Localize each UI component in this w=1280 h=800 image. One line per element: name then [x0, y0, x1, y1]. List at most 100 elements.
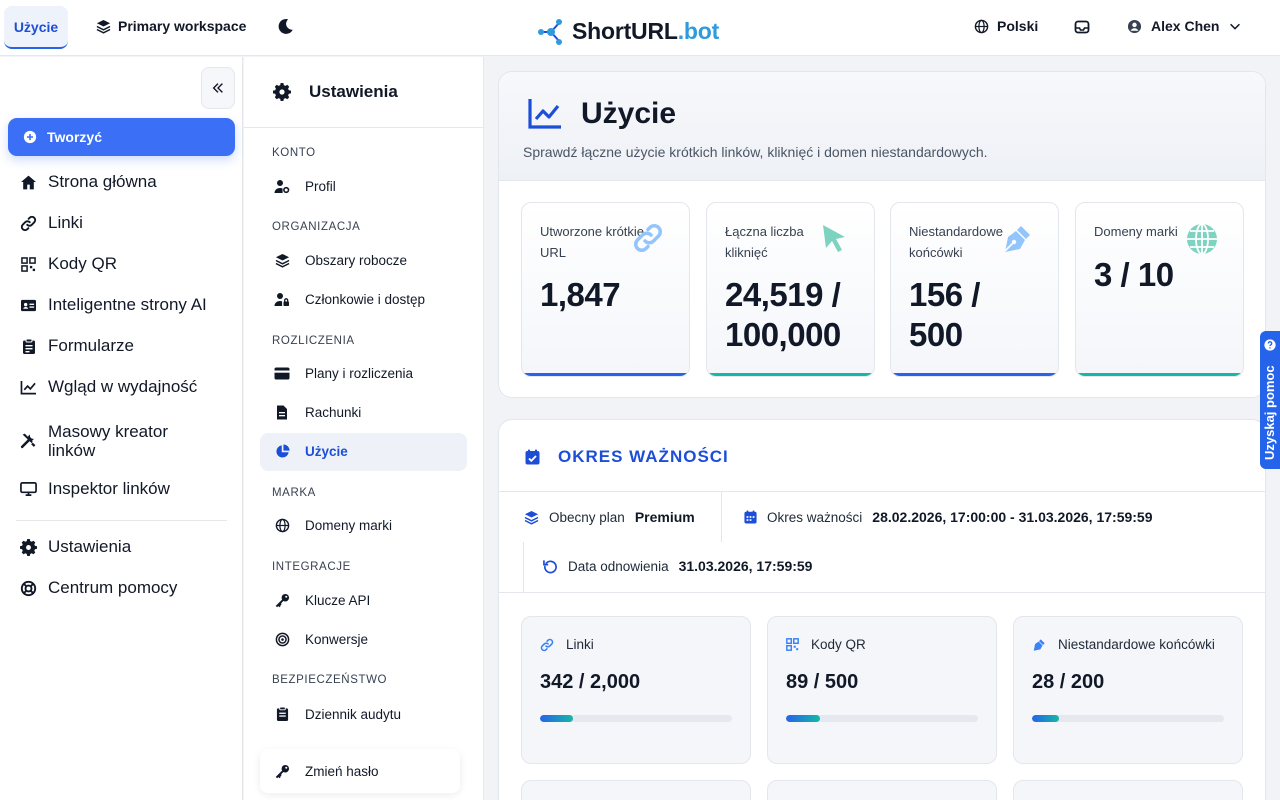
- link-icon: [630, 223, 666, 253]
- settings-item-plans[interactable]: Plany i rozliczenia: [274, 366, 413, 381]
- sidebar-item-settings[interactable]: Ustawienia: [20, 537, 131, 557]
- section-brand: MARKA: [272, 487, 316, 499]
- create-button[interactable]: Tworzyć: [8, 118, 235, 156]
- usage-label-text: Kody QR: [811, 637, 866, 652]
- usage-card-more: [767, 780, 997, 800]
- monitor-icon: [20, 481, 37, 497]
- info-divider: [523, 542, 524, 592]
- page-subtitle: Sprawdź łączne użycie krótkich linków, k…: [523, 144, 988, 160]
- stat-card-clicks: Łączna liczba kliknięć 24,519 / 100,000: [706, 202, 875, 377]
- section-billing: ROZLICZENIA: [272, 335, 355, 347]
- user-menu[interactable]: Alex Chen: [1127, 18, 1242, 34]
- usage-progress-bar: [540, 715, 732, 722]
- stat-accent-bar: [891, 373, 1058, 376]
- sidebar-item-qr-codes[interactable]: Kody QR: [20, 254, 117, 274]
- logo-icon: [536, 16, 566, 46]
- stat-value: 156 / 500: [909, 276, 980, 353]
- settings-header: Ustawienia: [244, 57, 483, 128]
- tools-icon: [20, 432, 37, 449]
- sidebar-item-bulk-creator[interactable]: Masowy kreator linków: [20, 422, 210, 460]
- settings-item-members[interactable]: Członkowie i dostęp: [274, 292, 425, 307]
- get-help-label[interactable]: Uzyskaj pomoc: [1262, 340, 1277, 460]
- sidebar-item-home[interactable]: Strona główna: [20, 172, 157, 192]
- usage-progress-fill: [540, 715, 573, 722]
- user-avatar-icon: [1127, 19, 1142, 34]
- renewal-label: Data odnowienia: [568, 558, 669, 574]
- settings-item-conversions[interactable]: Konwersje: [274, 632, 368, 647]
- plan-info-row: Obecny plan Premium Okres ważności 28.02…: [499, 492, 1265, 593]
- sidebar-item-label: Formularze: [48, 336, 134, 355]
- validity-card: OKRES WAŻNOŚCI Obecny plan Premium Okres…: [498, 419, 1266, 800]
- chevron-down-icon: [1228, 19, 1242, 33]
- settings-item-usage[interactable]: Użycie: [274, 444, 348, 459]
- settings-item-workspaces[interactable]: Obszary robocze: [274, 253, 407, 268]
- settings-item-brand-domains[interactable]: Domeny marki: [274, 518, 392, 533]
- qr-icon: [786, 638, 799, 651]
- logo[interactable]: ShortURL.bot: [536, 16, 719, 46]
- settings-item-change-password[interactable]: Zmień hasło: [274, 764, 379, 779]
- stat-card-custom-slugs: Niestandardowe końcówki 156 / 500: [890, 202, 1059, 377]
- info-divider: [721, 492, 722, 542]
- user-gear-icon: [274, 179, 290, 194]
- tab-usage[interactable]: Użycie: [4, 6, 68, 49]
- sidebar-item-performance[interactable]: Wgląd w wydajność: [20, 377, 197, 397]
- moon-icon[interactable]: [277, 18, 294, 35]
- pen-nib-icon: [1032, 638, 1046, 652]
- sidebar-item-label: Masowy kreator linków: [48, 422, 168, 460]
- gear-icon: [20, 538, 37, 556]
- link-icon: [20, 215, 37, 232]
- inbox-icon[interactable]: [1074, 19, 1090, 35]
- chart-line-icon: [20, 380, 37, 395]
- usage-card-more: [1013, 780, 1243, 800]
- usage-label: Linki: [540, 637, 594, 652]
- settings-item-invoices[interactable]: Rachunki: [274, 405, 361, 420]
- sidebar-item-label: Inspektor linków: [48, 479, 170, 498]
- workspace-switcher[interactable]: Primary workspace: [96, 18, 246, 34]
- settings-item-api-keys[interactable]: Klucze API: [274, 593, 370, 608]
- sidebar-item-ai-pages[interactable]: Inteligentne strony AI: [20, 295, 207, 315]
- language-selector[interactable]: Polski: [974, 18, 1038, 34]
- key-icon: [274, 593, 290, 608]
- usage-card-more: [521, 780, 751, 800]
- page-title: Użycie: [581, 97, 677, 130]
- settings-item-label: Użycie: [305, 444, 348, 459]
- collapse-sidebar-button[interactable]: [201, 67, 235, 109]
- period-label: Okres ważności: [767, 509, 863, 525]
- sidebar-item-links[interactable]: Linki: [20, 213, 83, 233]
- globe-icon: [1186, 223, 1218, 255]
- calendar-check-icon: [525, 449, 540, 465]
- sidebar-item-link-inspector[interactable]: Inspektor linków: [20, 479, 170, 499]
- layers-icon: [96, 19, 111, 34]
- usage-value: 342 / 2,000: [540, 671, 641, 693]
- sidebar-item-forms[interactable]: Formularze: [20, 336, 134, 356]
- settings-item-audit-log[interactable]: Dziennik audytu: [274, 706, 401, 722]
- settings-item-profile[interactable]: Profil: [274, 179, 336, 194]
- logo-text: ShortURL.bot: [572, 18, 719, 45]
- usage-header: Użycie Sprawdź łączne użycie krótkich li…: [499, 72, 1265, 181]
- settings-item-label: Domeny marki: [305, 518, 393, 533]
- sidebar-item-label: Linki: [48, 213, 83, 232]
- current-plan: Obecny plan Premium: [524, 509, 695, 525]
- section-account: KONTO: [272, 147, 316, 159]
- stat-card-short-urls: Utworzone krótkie URL 1,847: [521, 202, 690, 377]
- usage-card-qr-codes: Kody QR 89 / 500: [767, 616, 997, 764]
- usage-label: Niestandardowe końcówki: [1032, 637, 1215, 652]
- settings-panel: Ustawienia KONTO Profil ORGANIZACJA Obsz…: [244, 57, 484, 800]
- sidebar-item-label: Inteligentne strony AI: [48, 295, 207, 314]
- stat-accent-bar: [522, 373, 689, 376]
- settings-item-label: Plany i rozliczenia: [305, 366, 414, 381]
- settings-item-label: Zmień hasło: [305, 764, 379, 779]
- target-icon: [274, 632, 290, 647]
- stat-accent-bar: [1076, 373, 1243, 376]
- section-security: BEZPIECZEŃSTWO: [272, 674, 388, 686]
- settings-item-label: Członkowie i dostęp: [305, 292, 426, 307]
- double-chevron-left-icon: [211, 81, 225, 95]
- clipboard-icon: [20, 338, 37, 355]
- settings-title: Ustawienia: [309, 82, 398, 101]
- usage-label-text: Niestandardowe końcówki: [1058, 637, 1215, 652]
- sidebar-item-help-center[interactable]: Centrum pomocy: [20, 578, 177, 598]
- usage-progress-fill: [1032, 715, 1059, 722]
- usage-label: Kody QR: [786, 637, 866, 652]
- clipboard-list-icon: [274, 706, 290, 722]
- user-lock-icon: [274, 292, 290, 307]
